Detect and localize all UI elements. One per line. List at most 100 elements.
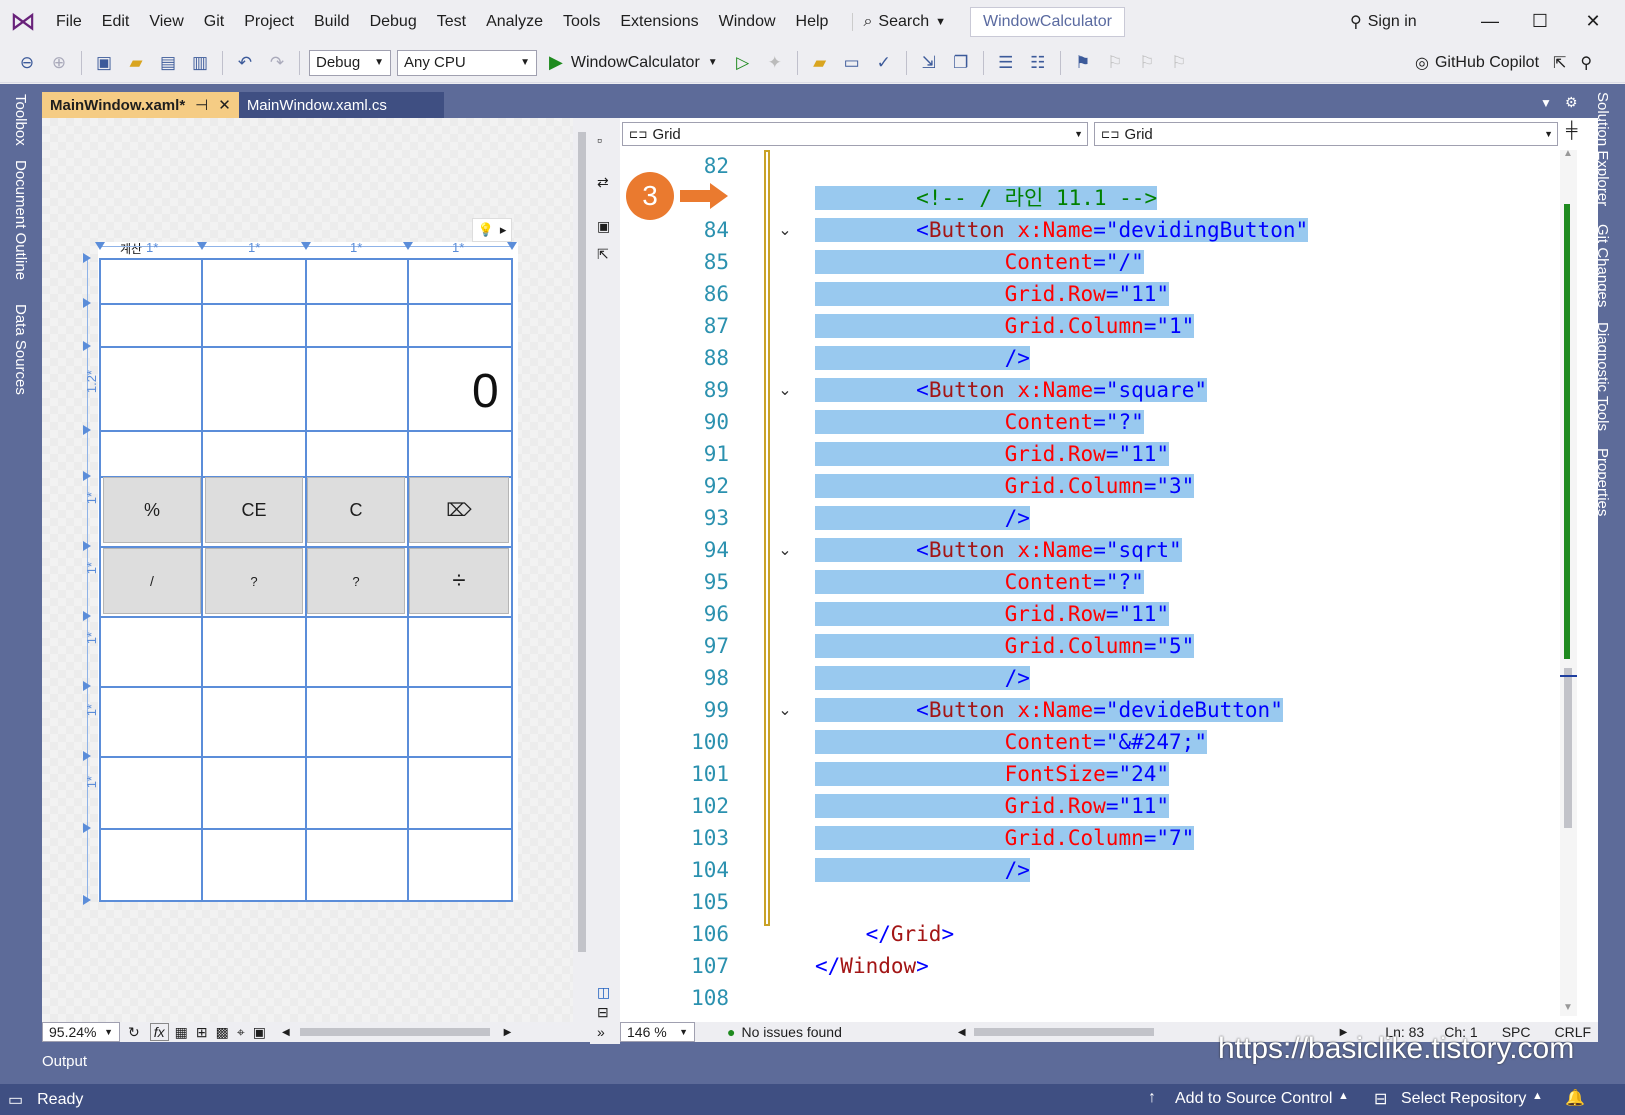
tool-tab-document-outline[interactable]: Document Outline: [12, 160, 29, 280]
calc-button-c[interactable]: C: [307, 477, 405, 543]
scroll-left-icon[interactable]: ◀: [282, 1027, 290, 1038]
code-line[interactable]: Grid.Row="11": [815, 790, 1308, 822]
code-line[interactable]: Content="&#247;": [815, 726, 1308, 758]
code-line[interactable]: <Button x:Name="square": [815, 374, 1308, 406]
calc-button-sqrt[interactable]: ?: [307, 548, 405, 614]
bookmark-prev-icon[interactable]: ⚐: [1102, 50, 1128, 76]
code-line[interactable]: />: [815, 502, 1308, 534]
configuration-select[interactable]: Debug ▼: [309, 49, 391, 76]
add-source-control-button[interactable]: Add to Source Control: [1175, 1090, 1332, 1108]
redo-icon[interactable]: ↷: [264, 50, 290, 76]
code-line[interactable]: Grid.Row="11": [815, 598, 1308, 630]
close-icon[interactable]: ✕: [218, 96, 231, 114]
select-repository-button[interactable]: Select Repository: [1401, 1090, 1526, 1108]
navigation-right-select[interactable]: ⊏⊐ Grid ▼: [1094, 122, 1558, 146]
feedback-icon[interactable]: ⚲: [1580, 53, 1592, 73]
code-line[interactable]: Grid.Column="5": [815, 630, 1308, 662]
scrollbar-thumb[interactable]: [1564, 668, 1572, 828]
code-line[interactable]: <Button x:Name="devidingButton": [815, 214, 1309, 246]
quick-actions-button[interactable]: 💡 ▸: [472, 218, 512, 242]
bookmark-icon[interactable]: ⚑: [1070, 50, 1096, 76]
comment-icon[interactable]: ☰: [993, 50, 1019, 76]
output-tab[interactable]: Output: [42, 1053, 87, 1070]
gear-icon[interactable]: ⚙: [1565, 94, 1578, 111]
pin-icon[interactable]: ⊣: [195, 96, 208, 114]
collapse-region-icon[interactable]: ⌄: [775, 540, 795, 560]
editor-vertical-scrollbar[interactable]: ▲ ▼: [1560, 148, 1577, 1016]
designer-horizontal-scrollbar[interactable]: [299, 1028, 490, 1036]
bookmark-next-icon[interactable]: ⚐: [1134, 50, 1160, 76]
collapse-region-icon[interactable]: ⌄: [775, 700, 795, 720]
swap-panes-icon[interactable]: ▫: [597, 132, 602, 148]
code-line[interactable]: />: [815, 342, 1308, 374]
notification-bell-icon[interactable]: 🔔: [1565, 1088, 1585, 1108]
new-project-icon[interactable]: ▣: [91, 50, 117, 76]
code-line[interactable]: [815, 150, 1308, 182]
pop-out-icon[interactable]: ⇱: [597, 246, 609, 263]
navigation-left-select[interactable]: ⊏⊐ Grid ▼: [622, 122, 1088, 146]
solution-explorer-icon[interactable]: ▰: [807, 50, 833, 76]
menu-item-file[interactable]: File: [46, 13, 92, 31]
code-line[interactable]: <!-- / 라인 11.1 -->: [815, 182, 1308, 214]
designer-zoom-select[interactable]: 95.24% ▼: [42, 1022, 120, 1042]
menu-item-build[interactable]: Build: [304, 13, 360, 31]
vertical-split-icon[interactable]: ◫: [597, 984, 610, 1001]
code-line[interactable]: Grid.Column="7": [815, 822, 1308, 854]
collapse-region-icon[interactable]: ⌄: [775, 220, 795, 240]
collapse-region-icon[interactable]: ⌄: [775, 380, 795, 400]
tab-mainwindow-xaml-cs[interactable]: MainWindow.xaml.cs: [238, 92, 444, 118]
code-line[interactable]: FontSize="24": [815, 758, 1308, 790]
editor-horizontal-scrollbar[interactable]: [973, 1028, 1154, 1036]
snap-lines-icon[interactable]: ⌖: [237, 1024, 245, 1041]
code-line[interactable]: Content="?": [815, 566, 1308, 598]
expand-pane-icon[interactable]: »: [597, 1024, 605, 1040]
menu-item-tools[interactable]: Tools: [553, 13, 610, 31]
uncomment-icon[interactable]: ☷: [1025, 50, 1051, 76]
code-line[interactable]: <Button x:Name="devideButton": [815, 694, 1308, 726]
horizontal-split-icon[interactable]: ⊟: [597, 1004, 609, 1021]
swap-icon[interactable]: ⇄: [597, 174, 609, 191]
code-line[interactable]: </Window>: [815, 950, 1308, 982]
copy-icon[interactable]: ❐: [948, 50, 974, 76]
calc-button-percent[interactable]: %: [103, 477, 201, 543]
transparency-icon[interactable]: ▩: [216, 1024, 229, 1041]
code-line[interactable]: Grid.Row="11": [815, 438, 1308, 470]
code-line[interactable]: Content="/": [815, 246, 1308, 278]
calc-button-square[interactable]: ?: [205, 548, 303, 614]
snap-grid-icon[interactable]: ⊞: [196, 1024, 208, 1041]
menu-item-window[interactable]: Window: [709, 13, 786, 31]
menu-item-view[interactable]: View: [139, 13, 193, 31]
scroll-left-icon[interactable]: ◀: [958, 1027, 966, 1038]
grid-icon[interactable]: ▦: [175, 1024, 188, 1041]
github-copilot-button[interactable]: ◎ GitHub Copilot ⇱ ⚲: [1415, 43, 1592, 83]
tool-tab-toolbox[interactable]: Toolbox: [12, 94, 29, 146]
platform-select[interactable]: Any CPU ▼: [397, 49, 537, 76]
code-line[interactable]: Content="?": [815, 406, 1308, 438]
tab-list-dropdown-icon[interactable]: ▼: [1540, 96, 1552, 110]
code-line[interactable]: Grid.Column="3": [815, 470, 1308, 502]
editor-zoom-select[interactable]: 146 % ▼: [620, 1022, 695, 1042]
code-line[interactable]: />: [815, 854, 1308, 886]
code-text[interactable]: <!-- / 라인 11.1 --> <Button x:Name="devid…: [815, 150, 1309, 1014]
xaml-code-editor[interactable]: ⊏⊐ Grid ▼ ⊏⊐ Grid ▼ ╪ 828384858687888990…: [620, 118, 1598, 1026]
scroll-up-icon[interactable]: ▲: [1563, 148, 1573, 159]
forward-icon[interactable]: ⊕: [46, 50, 72, 76]
hot-reload-icon[interactable]: ✦: [762, 50, 788, 76]
code-line[interactable]: Grid.Row="11": [815, 278, 1308, 310]
tab-mainwindow-xaml[interactable]: MainWindow.xaml* ⊣ ✕: [42, 92, 239, 118]
menu-item-extensions[interactable]: Extensions: [610, 13, 708, 31]
code-line[interactable]: Grid.Column="1": [815, 310, 1308, 342]
menu-item-debug[interactable]: Debug: [360, 13, 427, 31]
start-debugging-button[interactable]: ▶ WindowCalculator ▼: [543, 52, 724, 73]
designer-vertical-scrollbar[interactable]: [573, 118, 590, 1026]
code-line[interactable]: />: [815, 662, 1308, 694]
scroll-right-icon[interactable]: ▶: [504, 1027, 512, 1038]
back-icon[interactable]: ⊖: [14, 50, 40, 76]
share-icon[interactable]: ⇱: [1553, 53, 1566, 73]
calc-button-ce[interactable]: CE: [205, 477, 303, 543]
issues-status[interactable]: No issues found: [741, 1024, 841, 1040]
code-line[interactable]: [815, 886, 1308, 918]
search-box[interactable]: ⌕ Search ▼: [852, 12, 956, 31]
calc-button-divide[interactable]: ÷: [409, 548, 509, 614]
start-without-debugging-icon[interactable]: ▷: [730, 50, 756, 76]
